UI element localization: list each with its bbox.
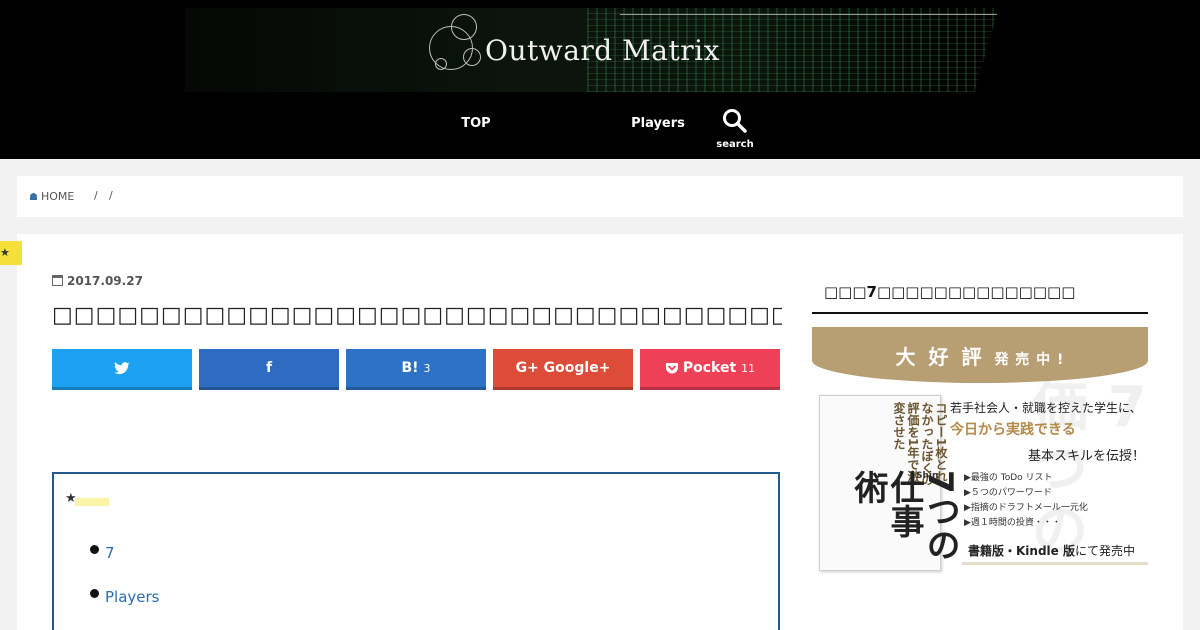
post-title: □□□□□□□□□□□□□□□□□□□□□□□□□□□□□□□□□□□□□□ xyxy=(52,303,782,328)
share-facebook-button[interactable]: f xyxy=(199,349,339,390)
book-ad-banner[interactable]: 価 7 つ の 大 好 評 発 売 中 ! コピー1枚とれなかったぼくの評価を1… xyxy=(812,327,1148,589)
ad-feature-item: ▶最強の ToDo リスト xyxy=(964,473,1053,483)
toc-item[interactable]: Players xyxy=(90,588,160,606)
book-title: 7つの仕事術 xyxy=(848,470,960,562)
ad-headline: 大 好 評 発 売 中 ! xyxy=(812,341,1148,370)
pocket-icon xyxy=(665,362,678,373)
breadcrumb: ☗ HOME / / xyxy=(17,176,1183,217)
ad-footer-bold: 書籍版・Kindle 版 xyxy=(968,544,1075,558)
site-header: Outward Matrix TOP Players search xyxy=(0,0,1200,159)
book-cover: コピー1枚とれなかったぼくの評価を1年で激変させた Shin 7つの仕事術 xyxy=(819,395,960,571)
ad-footer: 書籍版・Kindle 版にて発売中 xyxy=(962,539,1148,565)
share-hatena-button[interactable]: B! 3 xyxy=(346,349,486,390)
ad-feature-item: ▶５つのパワーワード xyxy=(964,488,1052,498)
post-date-text: 2017.09.27 xyxy=(67,274,143,288)
breadcrumb-separator: / xyxy=(109,189,113,202)
hatena-icon: B! xyxy=(401,360,419,376)
hatena-count: 3 xyxy=(423,361,431,375)
banner-top-line xyxy=(620,14,1000,15)
pocket-count: 11 xyxy=(741,361,756,375)
toc-item-label: Players xyxy=(105,588,160,606)
pin-icon: ★ xyxy=(0,246,10,259)
googleplus-label: G+ Google+ xyxy=(515,360,611,376)
home-icon: ☗ xyxy=(29,192,38,203)
toc-item[interactable]: 7 xyxy=(90,544,115,562)
nav-item-top[interactable]: TOP xyxy=(440,116,512,131)
calendar-icon xyxy=(52,275,63,286)
sticky-badge[interactable]: ★ xyxy=(0,241,22,265)
sidebar-title-rule xyxy=(812,312,1148,314)
ad-headline-small: 発 売 中 ! xyxy=(994,352,1065,368)
ad-copy-highlight: 今日から実践できる xyxy=(950,422,1076,438)
sidebar-widget-title: □□□7□□□□□□□□□□□□□□ xyxy=(824,283,1076,301)
search-icon xyxy=(723,109,747,133)
bullet xyxy=(90,545,99,554)
site-title: Outward Matrix xyxy=(485,34,720,67)
pocket-label: Pocket xyxy=(682,360,737,376)
table-of-contents: ★ 7 Players xyxy=(52,472,780,630)
ad-copy: 若手社会人・就職を控えた学生に、 xyxy=(950,401,1142,415)
ad-footer-text: にて発売中 xyxy=(1074,544,1135,558)
ad-feature-item: ▶週１時間の投資・・・ xyxy=(964,518,1061,528)
facebook-icon: f xyxy=(265,360,273,376)
search-button[interactable]: search xyxy=(712,108,758,152)
ad-headline-large: 大 好 評 xyxy=(895,345,985,369)
site-banner[interactable]: Outward Matrix xyxy=(185,8,1007,92)
breadcrumb-home-label: HOME xyxy=(40,190,75,203)
share-twitter-button[interactable] xyxy=(52,349,192,390)
ad-feature-item: ▶指摘のドラフトメール一元化 xyxy=(964,503,1088,513)
nav-item-players[interactable]: Players xyxy=(620,116,696,131)
banner-circle xyxy=(463,48,481,66)
toc-item-label: 7 xyxy=(105,544,115,562)
breadcrumb-home[interactable]: ☗ HOME xyxy=(29,190,74,203)
ad-feature-list: ▶最強の ToDo リスト ▶５つのパワーワード ▶指摘のドラフトメール一元化 … xyxy=(964,471,1088,531)
twitter-icon xyxy=(114,361,130,374)
bullet xyxy=(90,589,99,598)
share-pocket-button[interactable]: Pocket 11 xyxy=(640,349,780,390)
banner-circle xyxy=(435,58,447,70)
share-googleplus-button[interactable]: G+ Google+ xyxy=(493,349,633,390)
toc-title: ★ xyxy=(65,491,109,506)
banner-circle xyxy=(451,14,477,40)
search-label: search xyxy=(716,139,754,150)
toc-title-highlight xyxy=(74,498,109,506)
breadcrumb-separator: / xyxy=(94,189,98,202)
ad-copy: 基本スキルを伝授！ xyxy=(1028,449,1146,464)
post-date: 2017.09.27 xyxy=(52,274,143,288)
